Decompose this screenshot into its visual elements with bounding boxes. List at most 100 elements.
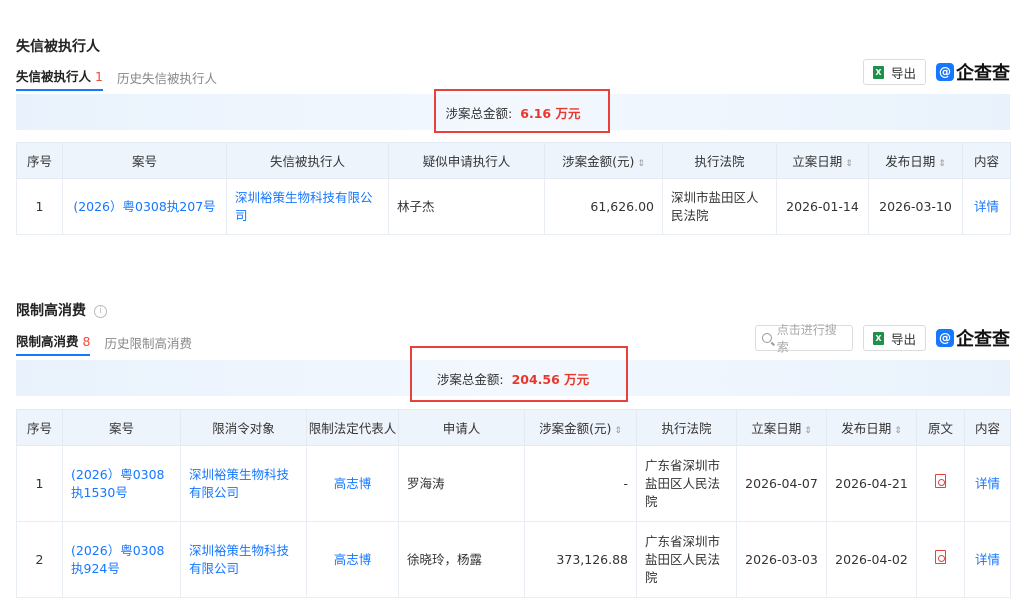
col-header-label: 涉案金额(元) (539, 421, 612, 436)
tab-label: 限制高消费 (16, 334, 79, 349)
toolbar: 点击进行搜索 X 导出 @ 企查查 (754, 323, 1010, 354)
tab-history-dishonest[interactable]: 历史失信被执行人 (117, 68, 217, 91)
col-header-sortable[interactable]: 涉案金额(元) ⇕ (544, 142, 663, 179)
tab-dishonest[interactable]: 失信被执行人 1 (16, 66, 103, 91)
detail-link[interactable]: 详情 (964, 445, 1011, 522)
section-consumption-restriction: 限制高消费 i 限制高消费 8 历史限制高消费 点击进行搜索 X 导出 @ 企查查 … (16, 290, 1011, 612)
published-date: 2026-03-10 (868, 178, 963, 235)
sort-icon[interactable]: ⇕ (938, 159, 946, 169)
col-header-label: 发布日期 (885, 154, 936, 169)
representative-link[interactable]: 高志博 (306, 521, 399, 598)
col-header: 序号 (16, 142, 63, 179)
table-row: 1 (2026）粤0308执207号 深圳裕策生物科技有限公司 林子杰 61,6… (16, 178, 1011, 235)
tab-bar: 限制高消费 8 历史限制高消费 (16, 331, 206, 356)
excel-icon: X (872, 65, 884, 79)
case-number-link[interactable]: (2026）粤0308执924号 (62, 521, 181, 598)
dishonest-table: 序号 案号 失信被执行人 疑似申请执行人 涉案金额(元) ⇕ 执行法院 立案日期 ⇕… (16, 142, 1011, 235)
row-number: 1 (16, 178, 63, 235)
tab-bar: 失信被执行人 1 历史失信被执行人 (16, 66, 231, 91)
section-title-text: 限制高消费 (16, 303, 86, 319)
search-icon (761, 333, 772, 343)
court: 广东省深圳市盐田区人民法院 (636, 445, 737, 522)
col-header: 申请人 (398, 409, 525, 446)
tab-count: 1 (95, 69, 103, 84)
case-number-link[interactable]: (2026）粤0308执207号 (62, 178, 227, 235)
tab-consumption-restriction[interactable]: 限制高消费 8 (16, 331, 91, 356)
row-number: 2 (16, 521, 63, 598)
applicant: 罗海涛 (398, 445, 525, 522)
sort-icon[interactable]: ⇕ (894, 426, 902, 436)
col-header-sortable[interactable]: 立案日期 ⇕ (736, 409, 827, 446)
col-header-label: 发布日期 (841, 421, 892, 436)
highlight-box (410, 346, 628, 402)
export-button[interactable]: X 导出 (862, 59, 926, 85)
col-header-label: 涉案金额(元) (562, 154, 635, 169)
col-header-label: 立案日期 (751, 421, 802, 436)
sort-icon[interactable]: ⇕ (845, 159, 853, 169)
pdf-icon[interactable] (935, 474, 946, 488)
col-header: 内容 (964, 409, 1011, 446)
col-header-sortable[interactable]: 立案日期 ⇕ (776, 142, 869, 179)
brand-text: 企查查 (956, 63, 1010, 84)
col-header: 限制法定代表人 (306, 409, 399, 446)
sort-icon[interactable]: ⇕ (804, 426, 812, 436)
export-label: 导出 (890, 65, 916, 81)
published-date: 2026-04-02 (826, 521, 917, 598)
col-header: 疑似申请执行人 (388, 142, 545, 179)
target-link[interactable]: 深圳裕策生物科技有限公司 (180, 445, 307, 522)
applicant: 林子杰 (388, 178, 545, 235)
row-number: 1 (16, 445, 63, 522)
col-header: 案号 (62, 142, 227, 179)
debtor-link[interactable]: 深圳裕策生物科技有限公司 (226, 178, 389, 235)
tab-label: 失信被执行人 (16, 69, 92, 84)
col-header-sortable[interactable]: 发布日期 ⇕ (868, 142, 963, 179)
representative-link[interactable]: 高志博 (306, 445, 399, 522)
toolbar: X 导出 @ 企查查 (862, 59, 1010, 85)
table-row: 1 (2026）粤0308执1530号 深圳裕策生物科技有限公司 高志博 罗海涛… (16, 445, 1011, 522)
section-title: 失信被执行人 (16, 39, 100, 55)
col-header: 原文 (916, 409, 965, 446)
search-placeholder: 点击进行搜索 (776, 323, 837, 354)
highlight-box (434, 89, 610, 133)
table-header: 序号 案号 失信被执行人 疑似申请执行人 涉案金额(元) ⇕ 执行法院 立案日期 ⇕… (16, 142, 1011, 179)
sort-icon[interactable]: ⇕ (614, 426, 622, 436)
detail-link[interactable]: 详情 (964, 521, 1011, 598)
filed-date: 2026-01-14 (776, 178, 869, 235)
tab-history-restriction[interactable]: 历史限制高消费 (104, 333, 192, 356)
restriction-table: 序号 案号 限消令对象 限制法定代表人 申请人 涉案金额(元) ⇕ 执行法院 立案… (16, 409, 1011, 598)
col-header: 内容 (962, 142, 1011, 179)
original-doc (916, 521, 965, 598)
qichacha-logo: @ 企查查 (936, 59, 1010, 85)
tab-count: 8 (82, 334, 91, 349)
export-button[interactable]: X 导出 (862, 325, 926, 351)
amount: 61,626.00 (544, 178, 663, 235)
qichacha-logo-icon: @ (936, 63, 954, 81)
col-header-sortable[interactable]: 发布日期 ⇕ (826, 409, 917, 446)
court: 广东省深圳市盐田区人民法院 (636, 521, 737, 598)
applicant: 徐晓玲，杨露 (398, 521, 525, 598)
amount: - (524, 445, 637, 522)
detail-link[interactable]: 详情 (962, 178, 1011, 235)
qichacha-logo: @ 企查查 (936, 325, 1010, 351)
search-input[interactable]: 点击进行搜索 (754, 323, 853, 354)
export-label: 导出 (890, 331, 916, 347)
col-header: 执行法院 (662, 142, 777, 179)
col-header: 失信被执行人 (226, 142, 389, 179)
brand-text: 企查查 (956, 329, 1010, 350)
col-header-sortable[interactable]: 涉案金额(元) ⇕ (524, 409, 637, 446)
info-icon[interactable]: i (94, 304, 107, 318)
qichacha-logo-icon: @ (936, 329, 954, 347)
col-header-label: 立案日期 (792, 154, 843, 169)
sort-icon[interactable]: ⇕ (637, 159, 645, 169)
published-date: 2026-04-21 (826, 445, 917, 522)
target-link[interactable]: 深圳裕策生物科技有限公司 (180, 521, 307, 598)
filed-date: 2026-03-03 (736, 521, 827, 598)
original-doc (916, 445, 965, 522)
section-dishonest: 失信被执行人 失信被执行人 1 历史失信被执行人 X 导出 @ 企查查 涉案总金额… (16, 0, 1011, 250)
col-header: 限消令对象 (180, 409, 307, 446)
filed-date: 2026-04-07 (736, 445, 827, 522)
col-header: 执行法院 (636, 409, 737, 446)
pdf-icon[interactable] (935, 550, 946, 564)
court: 深圳市盐田区人民法院 (662, 178, 777, 235)
case-number-link[interactable]: (2026）粤0308执1530号 (62, 445, 181, 522)
